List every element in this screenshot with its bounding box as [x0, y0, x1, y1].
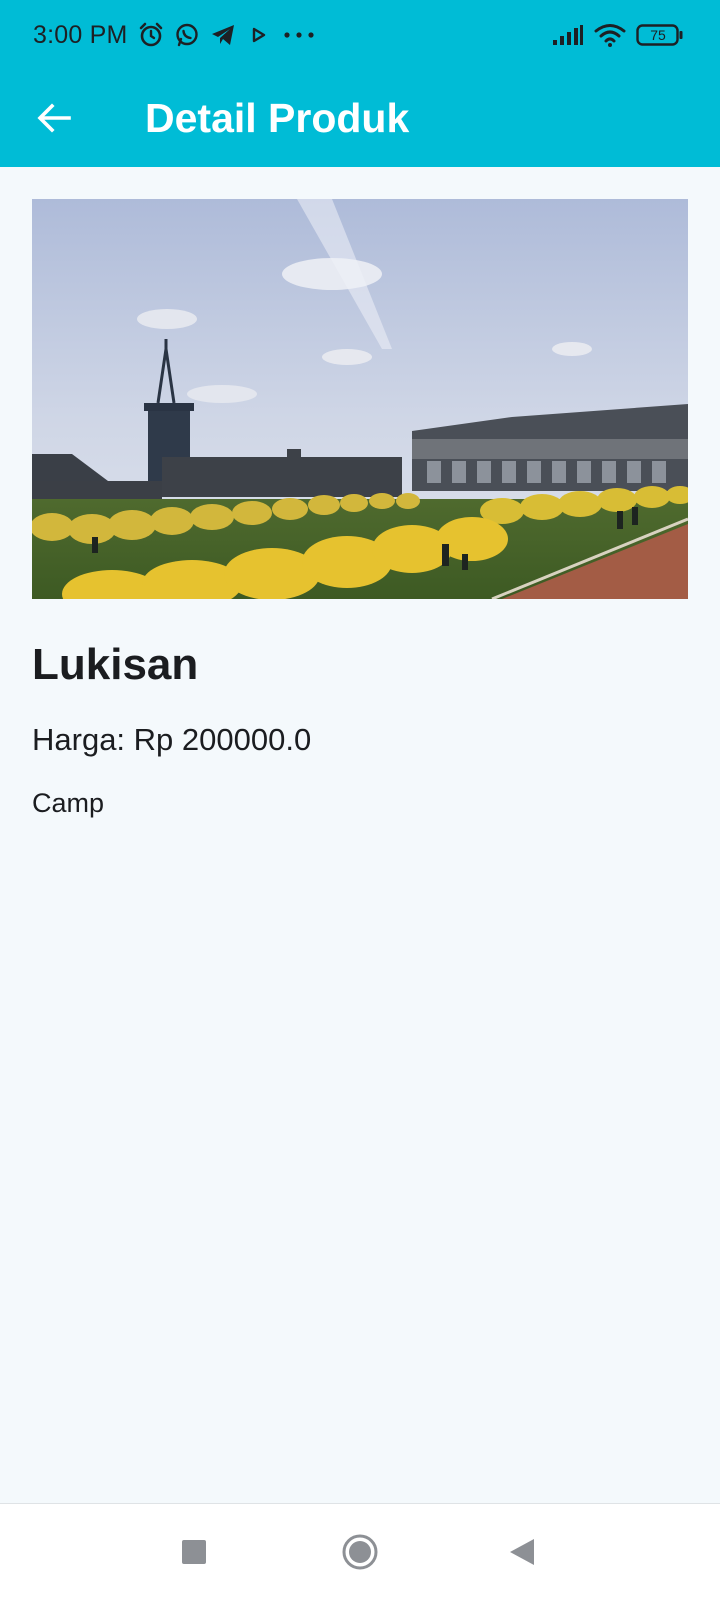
product-image	[32, 199, 688, 599]
wifi-icon	[594, 23, 626, 47]
back-triangle-icon	[508, 1537, 536, 1567]
status-left: 3:00 PM	[33, 21, 316, 50]
recent-apps-icon	[181, 1539, 207, 1565]
app-bar: Detail Produk	[0, 70, 720, 167]
system-nav-bar	[0, 1503, 720, 1600]
status-bar: 3:00 PM 75	[0, 0, 720, 70]
whatsapp-icon	[174, 22, 200, 48]
alarm-icon	[138, 22, 164, 48]
home-icon	[340, 1532, 380, 1572]
arrow-left-icon	[36, 100, 72, 136]
product-price: Harga: Rp 200000.0	[32, 722, 312, 757]
page-title: Detail Produk	[145, 95, 410, 141]
status-time: 3:00 PM	[33, 20, 128, 49]
battery-icon: 75	[636, 23, 684, 47]
signal-icon	[552, 24, 584, 46]
back-button[interactable]	[24, 88, 84, 148]
telegram-icon	[210, 22, 236, 48]
product-name: Lukisan	[32, 640, 199, 689]
notification-icons	[138, 22, 316, 48]
home-button[interactable]	[336, 1528, 384, 1576]
status-right: 75	[552, 23, 684, 47]
more-dots-icon	[282, 22, 316, 48]
nav-back-button[interactable]	[498, 1528, 546, 1576]
recent-apps-button[interactable]	[170, 1528, 218, 1576]
play-icon	[246, 22, 272, 48]
battery-level: 75	[650, 27, 666, 43]
product-description: Camp	[32, 788, 105, 818]
